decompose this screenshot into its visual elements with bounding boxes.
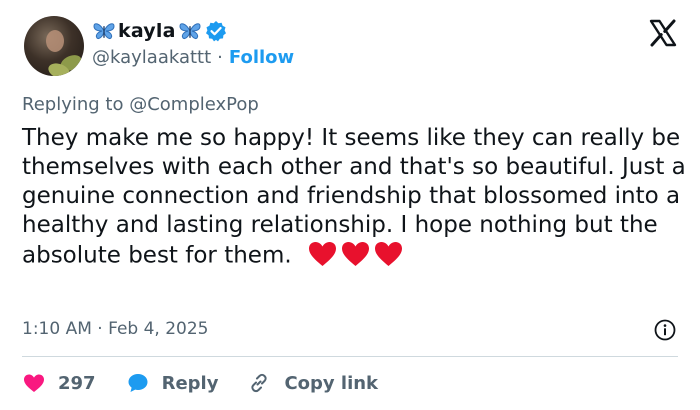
- copy-link-label: Copy link: [284, 372, 379, 394]
- tweet-time: 1:10 AM: [22, 319, 92, 339]
- reply-button[interactable]: Reply: [126, 371, 219, 395]
- heart-icon: [24, 374, 44, 392]
- separator-dot: ·: [97, 319, 103, 339]
- link-icon: [251, 373, 268, 393]
- author-handle[interactable]: @kaylaakattt: [92, 47, 211, 68]
- butterfly-icon: [92, 20, 116, 42]
- follow-button[interactable]: Follow: [229, 47, 294, 68]
- red-heart-emoji-icon: [341, 242, 369, 266]
- separator-dot: ·: [217, 47, 223, 68]
- replying-to-line: Replying to @ComplexPop: [22, 94, 259, 115]
- x-logo-icon[interactable]: [648, 18, 678, 48]
- copy-link-button[interactable]: Copy link: [248, 372, 378, 394]
- butterfly-icon: [178, 20, 202, 42]
- reply-bubble-icon: [128, 374, 148, 392]
- tweet-text: They make me so happy! It seems like the…: [22, 124, 687, 272]
- info-icon[interactable]: [654, 319, 676, 341]
- red-heart-emoji-icon: [374, 242, 402, 266]
- avatar-face: [46, 30, 64, 52]
- tweet-timestamp[interactable]: 1:10 AM · Feb 4, 2025: [22, 319, 209, 339]
- heart-emoji-group: [307, 240, 406, 272]
- verified-badge-icon: [205, 20, 227, 42]
- tweet-date: Feb 4, 2025: [108, 319, 209, 339]
- like-count: 297: [58, 372, 96, 394]
- replying-to-label: Replying to: [22, 94, 124, 115]
- red-heart-emoji-icon: [308, 242, 336, 266]
- like-button[interactable]: 297: [22, 371, 96, 395]
- author-display-name[interactable]: kayla: [118, 20, 176, 42]
- reply-mention-link[interactable]: @ComplexPop: [129, 94, 259, 115]
- divider: [22, 356, 678, 357]
- avatar[interactable]: [24, 16, 84, 76]
- author-name-row[interactable]: kayla: [92, 17, 227, 45]
- action-bar: 297 Reply Copy link: [22, 370, 408, 396]
- reply-label: Reply: [161, 372, 219, 394]
- author-handle-row: @kaylaakattt · Follow: [92, 47, 294, 68]
